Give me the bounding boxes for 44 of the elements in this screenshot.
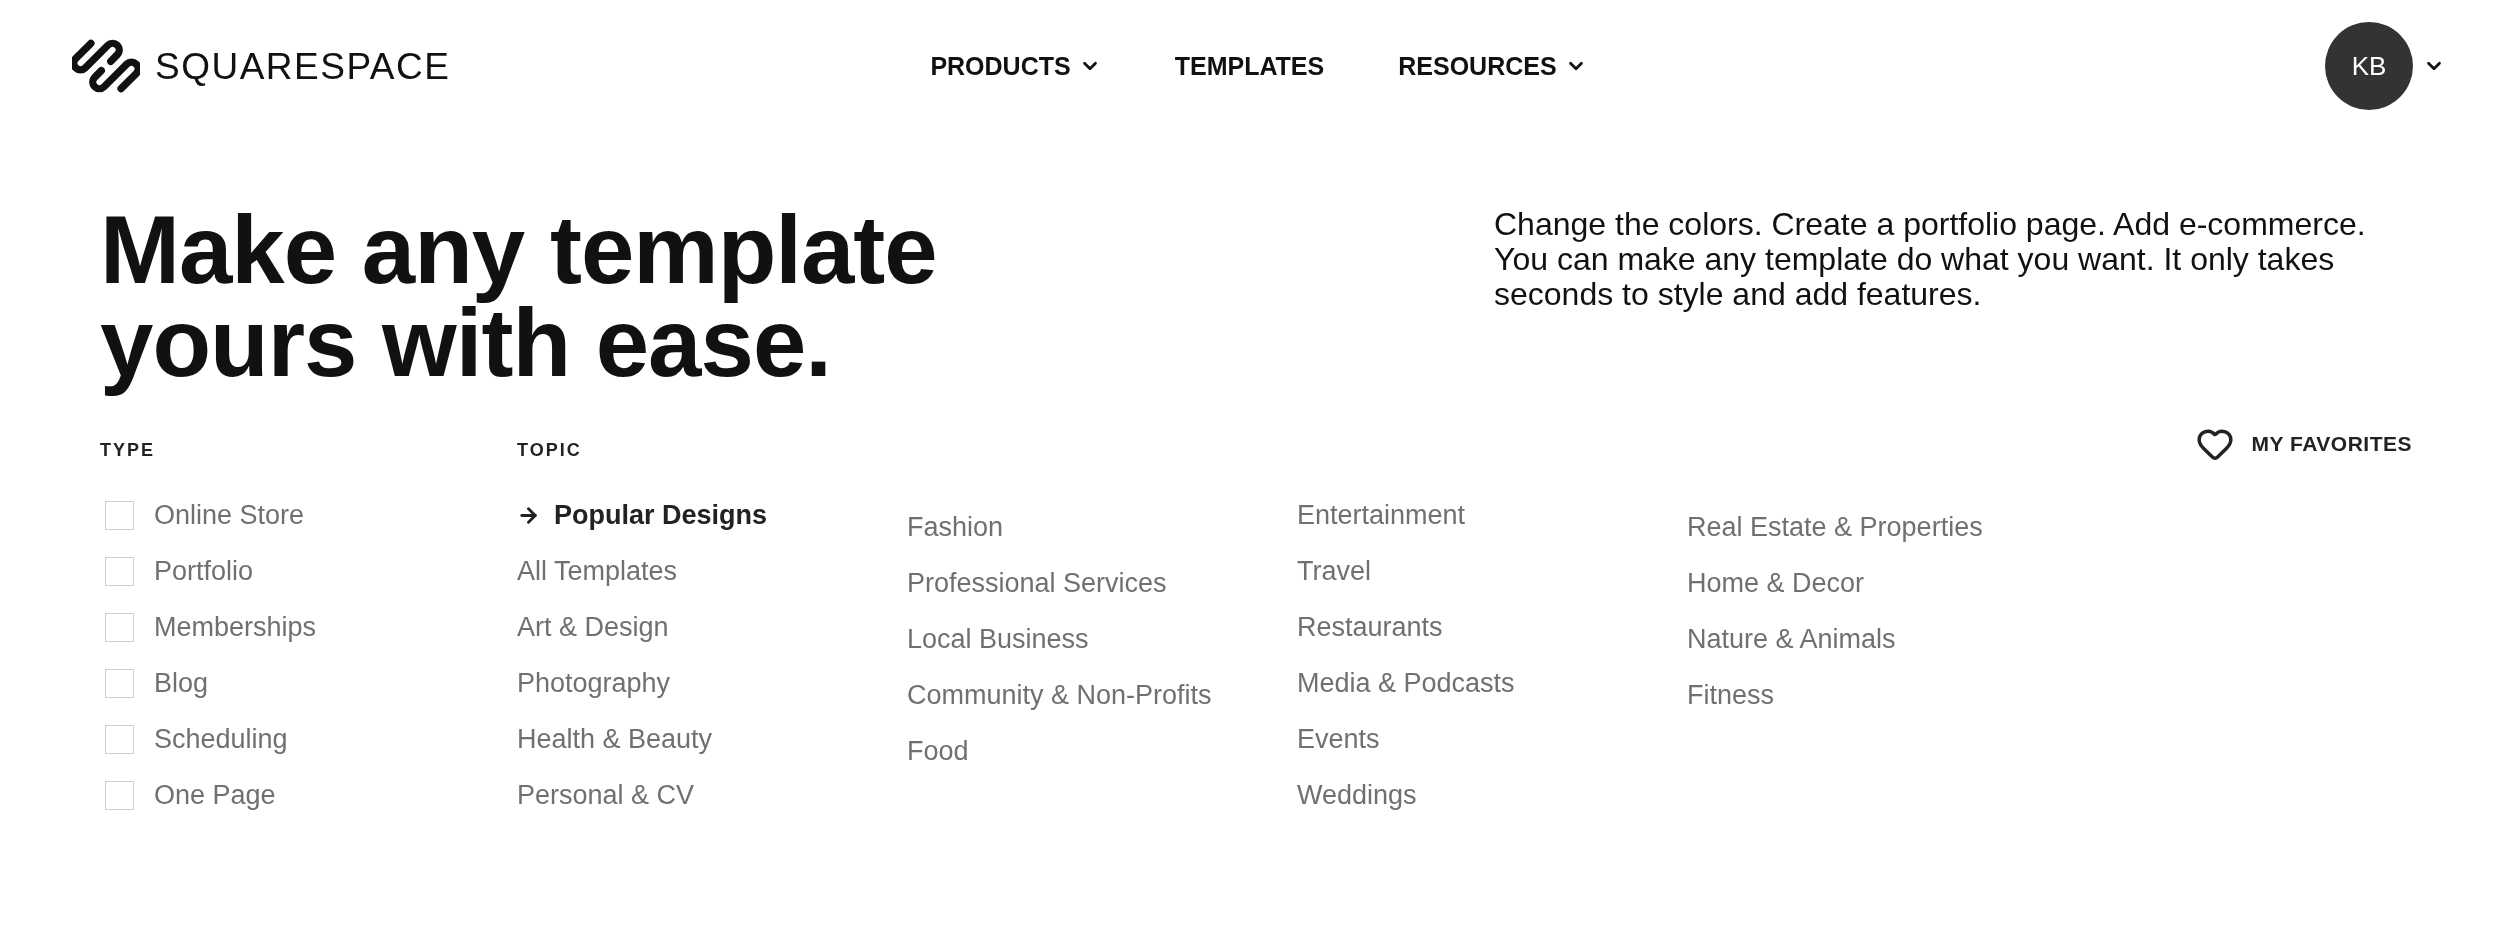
topic-link[interactable]: Popular Designs — [517, 501, 768, 529]
logo-wordmark[interactable]: SQUARESPACE — [155, 47, 451, 85]
checkbox[interactable] — [105, 668, 134, 698]
filter-heading: TYPE — [100, 439, 156, 462]
hero-description: Change the colors. Create a portfolio page. Add e-commerce. You can make any template do what you want. It only takes seconds to style and add features. — [1494, 207, 2367, 312]
nav-link[interactable]: PRODUCTS — [930, 53, 1101, 79]
checkbox[interactable] — [105, 780, 134, 810]
topic-link[interactable]: Real Estate & Properties — [1687, 513, 1983, 541]
checkbox-label[interactable]: Blog — [154, 669, 209, 697]
account-avatar[interactable]: KB — [2325, 22, 2413, 110]
checkbox-label[interactable]: Memberships — [154, 613, 317, 641]
favorites-button[interactable]: MY FAVORITES — [2195, 425, 2412, 463]
checkbox-label[interactable]: Portfolio — [154, 557, 254, 585]
topic-link[interactable]: Art & Design — [517, 613, 669, 641]
topic-link[interactable]: Entertainment — [1297, 501, 1466, 529]
filter-heading: TOPIC — [517, 439, 583, 462]
nav-link[interactable]: TEMPLATES — [1174, 53, 1325, 79]
topic-link[interactable]: Events — [1297, 725, 1380, 753]
topic-link[interactable]: Fashion — [907, 513, 1004, 541]
topic-link[interactable]: Nature & Animals — [1687, 625, 1896, 653]
topic-link[interactable]: Travel — [1297, 557, 1371, 585]
checkbox[interactable] — [105, 724, 134, 754]
hero-title: Make any template yours with ease. — [100, 203, 938, 398]
checkbox[interactable] — [105, 556, 134, 586]
topic-link[interactable]: Home & Decor — [1687, 569, 1865, 597]
topic-link[interactable]: Fitness — [1687, 681, 1775, 709]
topic-link[interactable]: All Templates — [517, 557, 678, 585]
checkbox[interactable] — [105, 612, 134, 642]
logo-icon[interactable] — [72, 39, 140, 93]
nav-link[interactable]: RESOURCES — [1398, 53, 1587, 79]
topic-link[interactable]: Photography — [517, 669, 671, 697]
checkbox-label[interactable]: One Page — [154, 781, 276, 809]
topic-link[interactable]: Professional Services — [907, 569, 1167, 597]
checkbox-label[interactable]: Online Store — [154, 501, 305, 529]
checkbox-label[interactable]: Scheduling — [154, 725, 288, 753]
topic-link[interactable]: Local Business — [907, 625, 1089, 653]
topic-link[interactable]: Weddings — [1297, 781, 1417, 809]
topic-link[interactable]: Community & Non-Profits — [907, 681, 1212, 709]
topic-link[interactable]: Food — [907, 737, 969, 765]
topic-link[interactable]: Health & Beauty — [517, 725, 713, 753]
topic-link[interactable]: Restaurants — [1297, 613, 1443, 641]
topic-link[interactable]: Media & Podcasts — [1297, 669, 1515, 697]
checkbox[interactable] — [105, 500, 134, 530]
topic-link[interactable]: Personal & CV — [517, 781, 695, 809]
